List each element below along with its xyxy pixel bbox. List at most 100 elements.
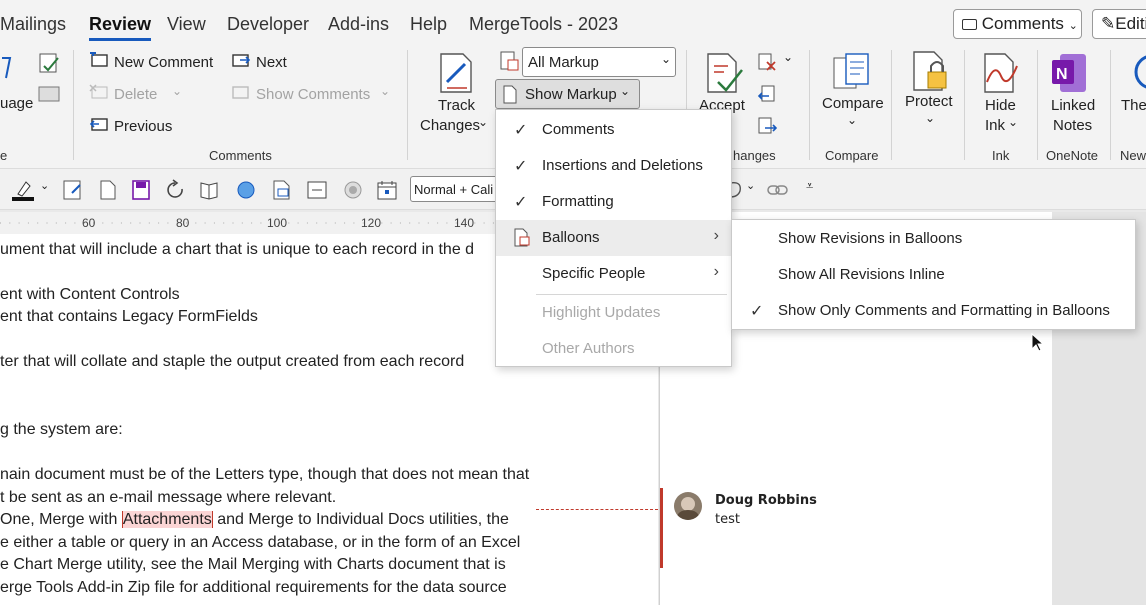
linked-notes-label-1[interactable]: Linked — [1051, 97, 1095, 114]
markup-select[interactable]: All Markup ⌄ — [522, 47, 676, 77]
chevron-down-icon: ⌄ — [661, 52, 672, 66]
chevron-down-icon[interactable]: ⌄ — [925, 111, 935, 125]
tab-help[interactable]: Help — [410, 14, 447, 35]
comments-button[interactable]: Comments ⌄ — [953, 9, 1082, 39]
chevron-down-icon[interactable]: ⌄ — [746, 179, 755, 192]
chevron-down-icon[interactable]: ⌄ — [380, 84, 390, 98]
previous-comment-button[interactable]: Previous — [114, 118, 172, 135]
comments-button-label: Comments — [981, 14, 1064, 33]
customize-toolbar-icon[interactable]: ⩡ — [806, 178, 813, 194]
changes-group-label: hanges — [733, 148, 776, 163]
next-change-icon[interactable] — [757, 116, 777, 136]
tab-view[interactable]: View — [167, 14, 206, 35]
menu-item-show-revisions-in-balloons[interactable]: Show Revisions in Balloons — [732, 221, 1135, 257]
tab-mailings[interactable]: Mailings — [0, 14, 66, 35]
document-line: e either a table or query in an Access d… — [0, 534, 521, 551]
link-icon[interactable] — [766, 181, 790, 199]
accept-icon — [707, 53, 743, 93]
hide-ink-label-1[interactable]: Hide — [985, 97, 1016, 114]
tab-add-ins[interactable]: Add-ins — [328, 14, 389, 35]
chevron-down-icon[interactable]: ⌄ — [40, 179, 49, 192]
form-icon[interactable] — [62, 179, 84, 201]
frame-icon[interactable] — [306, 179, 328, 201]
keyboard-icon[interactable] — [38, 86, 60, 102]
group-separator — [73, 50, 74, 160]
chevron-down-icon[interactable]: ⌄ — [847, 113, 857, 127]
style-select[interactable]: Normal + Cali — [410, 176, 505, 202]
menu-item-balloons[interactable]: Balloons › — [496, 220, 731, 256]
new-comment-button[interactable]: New Comment — [114, 54, 213, 71]
comment-anchor-highlight[interactable]: Attachments — [121, 511, 213, 528]
book-icon[interactable] — [199, 179, 221, 201]
chevron-down-icon[interactable]: ⌄ — [172, 84, 182, 98]
envelope-icon[interactable] — [271, 179, 293, 201]
text-highlight-color-icon[interactable] — [12, 178, 36, 202]
group-separator — [1037, 50, 1038, 160]
document-properties-icon[interactable] — [98, 179, 118, 201]
checkmark-icon: ✓ — [514, 158, 528, 175]
compare-button[interactable]: Compare — [822, 95, 884, 112]
show-markup-label: Show Markup — [525, 86, 617, 103]
chevron-down-icon: ⌄ — [1068, 20, 1078, 32]
menu-item-specific-people[interactable]: Specific People › — [496, 256, 731, 292]
calendar-icon[interactable] — [376, 179, 398, 201]
show-comments-icon — [232, 86, 249, 99]
compare-icon — [833, 53, 869, 89]
delete-comment-button[interactable]: Delete — [114, 86, 157, 103]
save-icon[interactable] — [131, 179, 151, 201]
onenote-icon: N — [1052, 54, 1086, 92]
radio-button-icon[interactable] — [342, 179, 364, 201]
menu-item-comments[interactable]: ✓ Comments — [496, 112, 731, 148]
menu-item-formatting[interactable]: ✓ Formatting — [496, 184, 731, 220]
show-comments-button[interactable]: Show Comments — [256, 86, 370, 103]
comment-connector-line — [536, 509, 658, 510]
menu-item-label: Other Authors — [542, 340, 635, 357]
check-document-icon[interactable] — [38, 52, 60, 76]
chevron-down-icon[interactable]: ⌄ — [478, 115, 488, 129]
circle-shape-icon[interactable] — [235, 179, 257, 201]
language-icon — [2, 57, 12, 79]
checkmark-icon: ✓ — [514, 122, 528, 139]
commented-line-after: and Merge to Individual Docs utilities, … — [212, 511, 509, 528]
track-changes-label-1[interactable]: Track — [438, 97, 475, 114]
hide-ink-label-2[interactable]: Ink — [985, 117, 1005, 134]
track-changes-label-2[interactable]: Changes — [420, 117, 480, 134]
chevron-down-icon[interactable]: ⌄ — [1008, 115, 1018, 129]
chevron-down-icon[interactable]: ⌄ — [783, 50, 793, 64]
next-comment-button[interactable]: Next — [256, 54, 287, 71]
comment-bubble-icon[interactable] — [730, 179, 744, 201]
ruler-number: 100 — [267, 216, 288, 230]
editing-mode-button[interactable]: ✎Editi — [1092, 9, 1146, 39]
redo-icon[interactable] — [165, 179, 187, 201]
group-separator — [891, 50, 892, 160]
document-icon — [503, 85, 517, 104]
svg-text:N: N — [1056, 66, 1068, 83]
document-line: ument that will include a chart that is … — [0, 241, 475, 258]
menu-item-label: Show Only Comments and Formatting in Bal… — [778, 302, 1110, 319]
protect-button[interactable]: Protect — [905, 93, 953, 110]
comment-text[interactable]: test — [715, 512, 740, 527]
commented-line: One, Merge with Attachments and Merge to… — [0, 511, 509, 529]
menu-item-show-all-revisions-inline[interactable]: Show All Revisions Inline — [732, 257, 1135, 293]
lock-icon — [913, 51, 947, 91]
balloons-icon — [514, 228, 530, 247]
language-label[interactable]: uage — [0, 95, 33, 112]
menu-item-insertions-deletions[interactable]: ✓ Insertions and Deletions — [496, 148, 731, 184]
previous-change-icon[interactable] — [757, 84, 777, 104]
tab-review[interactable]: Review — [89, 14, 152, 41]
reject-icon[interactable] — [757, 52, 777, 72]
tab-developer[interactable]: Developer — [227, 14, 309, 35]
ruler-number: 120 — [361, 216, 382, 230]
ink-group-label: Ink — [992, 148, 1010, 163]
comment-marker-bar — [660, 488, 663, 568]
markup-select-value: All Markup — [528, 54, 599, 71]
menu-item-label: Specific People — [542, 265, 646, 282]
linked-notes-label-2[interactable]: Notes — [1053, 117, 1092, 134]
tab-mergetools[interactable]: MergeTools - 2023 — [469, 14, 618, 35]
partial-button-label[interactable]: The — [1121, 97, 1146, 114]
group-label-partial: e — [0, 148, 8, 163]
menu-item-show-only-comments-formatting[interactable]: ✓ Show Only Comments and Formatting in B… — [732, 293, 1135, 329]
display-for-review-icon — [500, 51, 519, 71]
show-markup-button[interactable]: Show Markup ⌄ — [495, 79, 640, 109]
ruler-number: 140 — [454, 216, 475, 230]
